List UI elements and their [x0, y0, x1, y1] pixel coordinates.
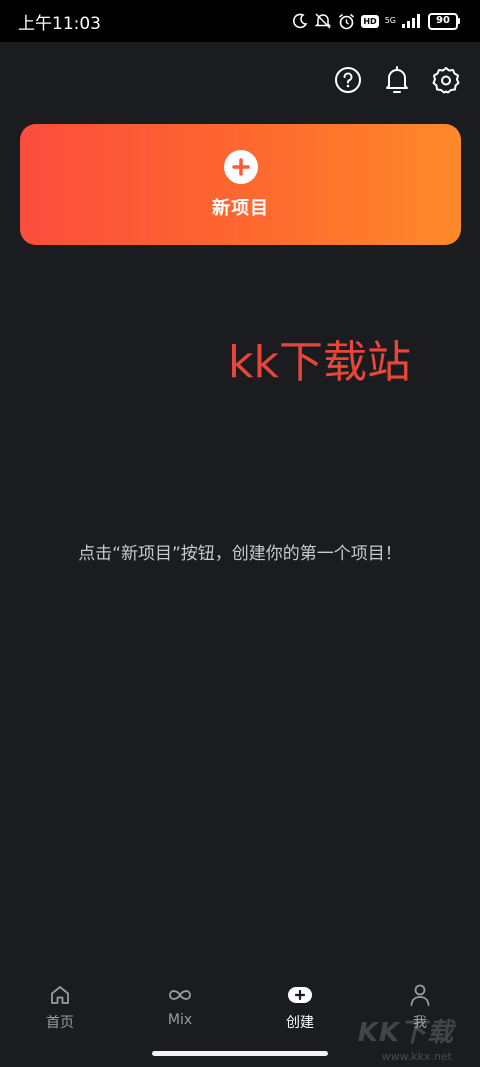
nav-item-create[interactable]: 创建 — [240, 970, 360, 1040]
hd-badge: HD — [361, 14, 379, 28]
corner-watermark-logo: KK下载 — [357, 1018, 454, 1048]
status-time: 上午11:03 — [18, 13, 101, 34]
notification-bell-icon[interactable] — [383, 62, 411, 98]
home-icon — [49, 982, 71, 1008]
nav-item-home[interactable]: 首页 — [0, 970, 120, 1040]
mute-icon — [315, 13, 332, 29]
corner-watermark-url: www.kkx.net — [381, 1050, 452, 1063]
plus-icon — [223, 149, 258, 184]
site-watermark: kk下载站 — [228, 337, 411, 388]
create-plus-icon — [287, 982, 313, 1008]
status-icons: HD 5G 90 — [292, 12, 460, 30]
moon-icon — [293, 13, 308, 29]
help-icon[interactable] — [334, 62, 362, 98]
network-type-label: 5G — [384, 16, 396, 25]
signal-icon — [402, 14, 420, 28]
battery-tip — [458, 18, 460, 24]
nav-label-home: 首页 — [46, 1015, 74, 1031]
battery-indicator: 90 — [428, 12, 460, 30]
battery-level: 90 — [428, 12, 458, 30]
infinity-icon — [166, 982, 194, 1008]
status-bar: 上午11:03 HD 5G 90 — [0, 0, 480, 42]
empty-state-message: 点击“新项目”按钮，创建你的第一个项目！ — [78, 544, 402, 564]
app-screen: 上午11:03 HD 5G 90 新项目 kk下载站 点击“新项目”按钮，创建你… — [0, 0, 480, 1067]
alarm-icon — [339, 13, 355, 29]
new-project-label: 新项目 — [212, 197, 269, 219]
profile-icon — [409, 982, 431, 1008]
settings-gear-icon[interactable] — [432, 62, 460, 98]
nav-label-mix: Mix — [167, 1012, 193, 1028]
network-type: 5G — [385, 17, 396, 25]
top-toolbar — [334, 62, 460, 98]
home-indicator[interactable] — [152, 1051, 328, 1056]
nav-label-create: 创建 — [286, 1015, 314, 1031]
nav-item-mix[interactable]: Mix — [120, 970, 240, 1040]
new-project-button[interactable]: 新项目 — [20, 124, 461, 245]
